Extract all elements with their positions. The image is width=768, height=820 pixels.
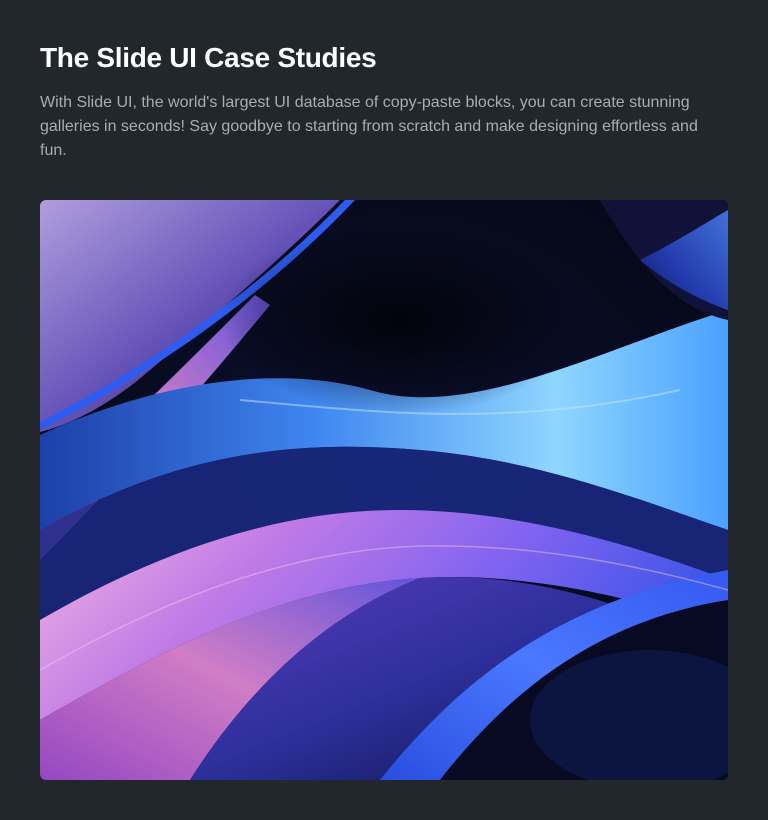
case-studies-section: The Slide UI Case Studies With Slide UI,…: [0, 0, 768, 820]
gallery-image: [40, 200, 728, 780]
section-description: With Slide UI, the world's largest UI da…: [40, 94, 698, 159]
abstract-waves-artwork: [40, 200, 728, 780]
section-title: The Slide UI Case Studies: [40, 42, 377, 73]
